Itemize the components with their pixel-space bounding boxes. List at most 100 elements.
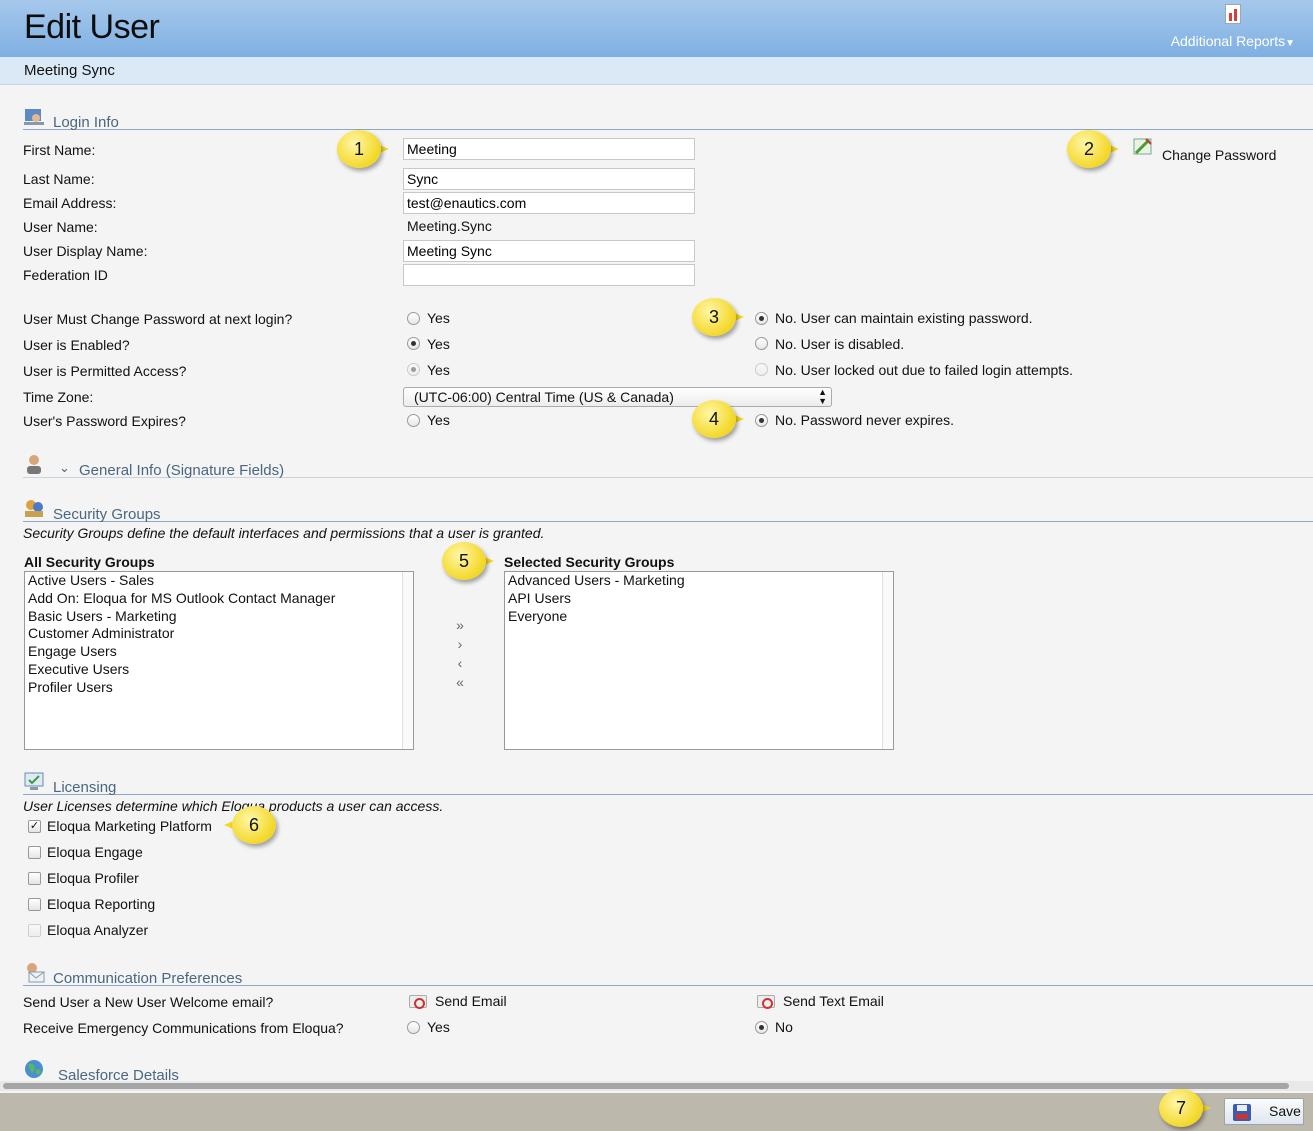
move-left-button[interactable]: ‹ bbox=[450, 654, 470, 673]
all-security-groups-label: All Security Groups bbox=[24, 554, 155, 570]
chevron-down-icon[interactable]: ⌄ bbox=[59, 460, 70, 476]
expires-yes-radio[interactable] bbox=[407, 414, 420, 427]
emergency-no-radio[interactable] bbox=[755, 1021, 768, 1034]
page-header: Edit User Additional Reports▼ bbox=[0, 0, 1313, 57]
security-groups-title: Security Groups bbox=[53, 506, 161, 523]
permitted-yes-radio bbox=[407, 363, 420, 376]
list-item[interactable]: Basic Users - Marketing bbox=[25, 608, 413, 626]
horizontal-scrollbar[interactable] bbox=[0, 1081, 1313, 1091]
list-item[interactable]: API Users bbox=[505, 590, 893, 608]
all-security-groups-list[interactable]: Active Users - Sales Add On: Eloqua for … bbox=[24, 571, 414, 750]
first-name-input[interactable] bbox=[403, 138, 695, 160]
change-password-link[interactable]: Change Password bbox=[1132, 136, 1282, 166]
send-email-icon[interactable] bbox=[409, 995, 427, 1009]
list-item[interactable]: Engage Users bbox=[25, 643, 413, 661]
timezone-value: (UTC-06:00) Central Time (US & Canada) bbox=[414, 389, 674, 405]
move-right-button[interactable]: › bbox=[450, 635, 470, 654]
send-text-email-link[interactable]: Send Text Email bbox=[783, 993, 884, 1009]
expires-yes-label: Yes bbox=[427, 412, 450, 428]
license-checkbox-engage[interactable] bbox=[28, 846, 41, 859]
federation-id-input[interactable] bbox=[403, 264, 695, 286]
salesforce-section-header: Salesforce Details bbox=[23, 1056, 1313, 1084]
display-name-input[interactable] bbox=[403, 240, 695, 262]
select-arrows-icon: ▲ ▼ bbox=[818, 387, 827, 406]
move-all-right-button[interactable]: » bbox=[450, 616, 470, 635]
license-checkbox-reporting[interactable] bbox=[28, 898, 41, 911]
email-input[interactable] bbox=[403, 192, 695, 214]
security-groups-icon bbox=[25, 500, 43, 517]
enabled-yes-radio[interactable] bbox=[407, 337, 420, 350]
save-label: Save bbox=[1269, 1103, 1301, 1119]
expires-no-radio[interactable] bbox=[755, 414, 768, 427]
callout-5: 5 bbox=[442, 542, 494, 580]
emergency-no-label: No bbox=[775, 1019, 793, 1035]
change-password-label[interactable]: Change Password bbox=[1162, 147, 1276, 163]
enabled-label: User is Enabled? bbox=[23, 337, 130, 353]
save-button[interactable]: Save bbox=[1224, 1098, 1304, 1125]
license-label: Eloqua Marketing Platform bbox=[47, 818, 212, 834]
additional-reports-menu[interactable]: Additional Reports▼ bbox=[1171, 4, 1295, 49]
list-item[interactable]: Executive Users bbox=[25, 661, 413, 679]
list-item[interactable]: Profiler Users bbox=[25, 679, 413, 697]
list-item[interactable]: Active Users - Sales bbox=[25, 572, 413, 590]
login-info-icon bbox=[24, 109, 44, 125]
transfer-buttons: » › ‹ « bbox=[450, 616, 470, 692]
emergency-yes-label: Yes bbox=[427, 1019, 450, 1035]
move-all-left-button[interactable]: « bbox=[450, 673, 470, 692]
license-checkbox-marketing-platform[interactable]: ✓ bbox=[28, 820, 41, 833]
report-icon bbox=[1224, 4, 1241, 24]
page-title: Edit User bbox=[24, 8, 160, 46]
enabled-no-radio[interactable] bbox=[755, 337, 768, 350]
callout-4: 4 bbox=[692, 400, 744, 438]
general-info-title[interactable]: General Info (Signature Fields) bbox=[79, 462, 284, 479]
license-checkbox-profiler[interactable] bbox=[28, 872, 41, 885]
list-item[interactable]: Customer Administrator bbox=[25, 625, 413, 643]
callout-6: 6 bbox=[224, 806, 276, 844]
email-label: Email Address: bbox=[23, 195, 117, 211]
list-item[interactable]: Advanced Users - Marketing bbox=[505, 572, 893, 590]
license-label: Eloqua Engage bbox=[47, 844, 143, 860]
must-change-no-radio[interactable] bbox=[755, 312, 768, 325]
send-email-link[interactable]: Send Email bbox=[435, 993, 507, 1009]
license-label: Eloqua Analyzer bbox=[47, 922, 149, 938]
last-name-input[interactable] bbox=[403, 168, 695, 190]
must-change-yes-radio[interactable] bbox=[407, 312, 420, 325]
callout-2: 2 bbox=[1067, 130, 1119, 168]
user-name-heading: Meeting Sync bbox=[24, 62, 115, 79]
list-scrollbar[interactable] bbox=[882, 572, 893, 749]
additional-reports-label[interactable]: Additional Reports bbox=[1171, 33, 1285, 49]
federation-id-label: Federation ID bbox=[23, 267, 108, 283]
license-label: Eloqua Reporting bbox=[47, 896, 156, 912]
general-info-section-header[interactable]: ⌄ General Info (Signature Fields) bbox=[23, 452, 1313, 479]
license-checkbox-analyzer bbox=[28, 924, 41, 937]
scrollbar-thumb[interactable] bbox=[3, 1083, 1289, 1089]
expires-no-label: No. Password never expires. bbox=[775, 412, 954, 428]
footer-bar bbox=[0, 1093, 1313, 1131]
list-item[interactable]: Everyone bbox=[505, 608, 893, 626]
user-subheader: Meeting Sync bbox=[0, 57, 1313, 85]
permitted-label: User is Permitted Access? bbox=[23, 363, 187, 379]
person-icon bbox=[27, 455, 41, 474]
communication-title: Communication Preferences bbox=[53, 970, 243, 987]
timezone-select[interactable]: (UTC-06:00) Central Time (US & Canada) ▲… bbox=[403, 387, 832, 407]
licensing-section-header: Licensing bbox=[23, 769, 1313, 796]
emergency-yes-radio[interactable] bbox=[407, 1021, 420, 1034]
login-info-section-header: Login Info bbox=[23, 104, 1313, 131]
display-name-label: User Display Name: bbox=[23, 243, 148, 259]
enabled-no-label: No. User is disabled. bbox=[775, 336, 905, 352]
list-item[interactable]: Add On: Eloqua for MS Outlook Contact Ma… bbox=[25, 590, 413, 608]
login-info-title: Login Info bbox=[53, 114, 119, 131]
selected-security-groups-list[interactable]: Advanced Users - Marketing API Users Eve… bbox=[504, 571, 894, 750]
callout-7: 7 bbox=[1159, 1089, 1211, 1127]
selected-security-groups-label: Selected Security Groups bbox=[504, 554, 675, 570]
user-name-value: Meeting.Sync bbox=[407, 218, 492, 234]
callout-1: 1 bbox=[337, 130, 389, 168]
send-text-email-icon[interactable] bbox=[757, 995, 775, 1009]
save-icon bbox=[1233, 1104, 1251, 1121]
security-groups-section-header: Security Groups bbox=[23, 496, 1313, 523]
licensing-icon bbox=[24, 772, 44, 790]
globe-icon bbox=[25, 1060, 43, 1078]
communication-section-header: Communication Preferences bbox=[23, 960, 1313, 987]
list-scrollbar[interactable] bbox=[402, 572, 413, 749]
caret-down-icon: ▼ bbox=[1285, 38, 1295, 49]
